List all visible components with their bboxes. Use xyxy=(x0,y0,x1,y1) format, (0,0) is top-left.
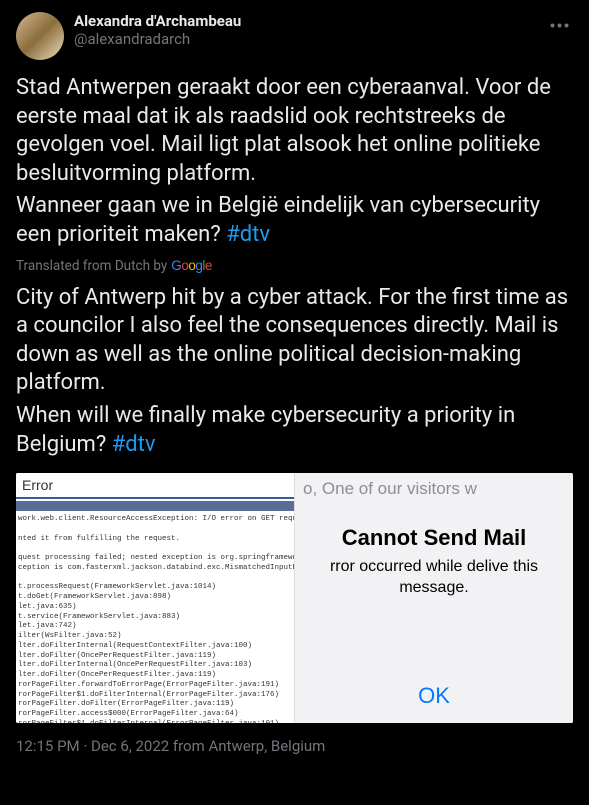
tweet-header: Alexandra d'Archambeau @alexandradarch xyxy=(16,12,573,60)
tweet-original-line2: Wanneer gaan we in België eindelijk van … xyxy=(16,193,540,247)
user-info[interactable]: Alexandra d'Archambeau @alexandradarch xyxy=(74,12,536,48)
google-logo: Google xyxy=(171,258,212,273)
tweet-text-original: Stad Antwerpen geraakt door een cyberaan… xyxy=(16,74,573,250)
avatar[interactable] xyxy=(16,12,64,60)
translated-note-text: Translated from Dutch by xyxy=(16,258,167,274)
ios-alert-title: Cannot Send Mail xyxy=(303,525,565,551)
error-divider xyxy=(16,501,294,511)
ios-ok-button[interactable]: OK xyxy=(295,665,573,723)
ios-alert-message: rror occurred while delive this message. xyxy=(303,557,565,599)
hashtag-link[interactable]: #dtv xyxy=(226,222,270,247)
tweet-translated-line1: City of Antwerp hit by a cyber attack. F… xyxy=(16,285,568,396)
tweet-timestamp[interactable]: 12:15 PM · Dec 6, 2022 from Antwerp, Bel… xyxy=(16,737,573,755)
error-screenshot-right: o, One of our visitors w Cannot Send Mai… xyxy=(294,473,573,723)
tweet-text-translated: City of Antwerp hit by a cyber attack. F… xyxy=(16,284,573,460)
error-title: Error xyxy=(16,473,294,499)
tweet-media[interactable]: Error work.web.client.ResourceAccessExce… xyxy=(16,473,573,723)
ios-alert-box: Cannot Send Mail rror occurred while del… xyxy=(295,507,573,665)
translated-by-note[interactable]: Translated from Dutch by Google xyxy=(16,258,573,274)
error-stacktrace: work.web.client.ResourceAccessException:… xyxy=(16,511,294,723)
tweet-translated-line2: When will we finally make cybersecurity … xyxy=(16,403,515,457)
display-name: Alexandra d'Archambeau xyxy=(74,12,536,30)
hashtag-link-translated[interactable]: #dtv xyxy=(112,432,156,457)
tweet-original-line1: Stad Antwerpen geraakt door een cyberaan… xyxy=(16,75,551,186)
error-screenshot-left: Error work.web.client.ResourceAccessExce… xyxy=(16,473,294,723)
user-handle: @alexandradarch xyxy=(74,30,536,48)
more-options-icon[interactable] xyxy=(546,12,573,33)
ios-background-text: o, One of our visitors w xyxy=(295,473,573,507)
